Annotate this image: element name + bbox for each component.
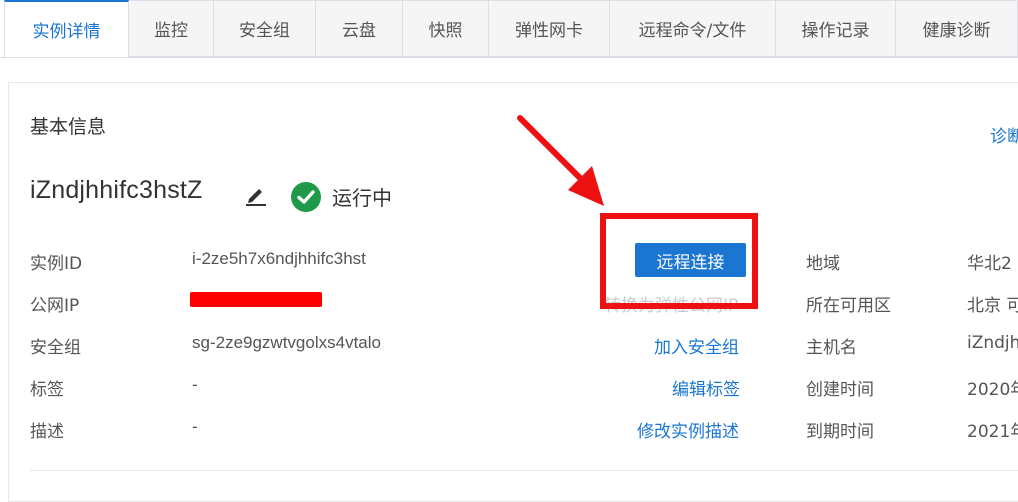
pencil-icon[interactable] xyxy=(244,183,268,207)
red-arrow-annotation xyxy=(517,115,604,206)
value-instance-id: i-2ze5h7x6ndjhhifc3hst xyxy=(192,249,366,268)
value-zone: 北京 可 xyxy=(967,296,1018,316)
tab-elastic-nic[interactable]: 弹性网卡 xyxy=(489,0,610,57)
value-security-group: sg-2ze9gzwtvgolxs4vtalo xyxy=(192,333,381,352)
instance-name: iZndjhhifc3hstZ xyxy=(30,176,203,204)
value-description: - xyxy=(192,417,198,436)
section-title: 基本信息 xyxy=(30,116,107,138)
edit-description-link[interactable]: 修改实例描述 xyxy=(637,417,739,442)
tab-security-group[interactable]: 安全组 xyxy=(214,0,316,57)
tab-bar-divider xyxy=(0,57,1018,58)
diagnose-link[interactable]: 诊断 xyxy=(990,122,1018,147)
label-hostname: 主机名 xyxy=(806,338,857,358)
redaction-bar xyxy=(190,292,322,307)
tab-cloud-disk[interactable]: 云盘 xyxy=(316,0,403,57)
label-security-group: 安全组 xyxy=(30,338,81,358)
tab-monitoring[interactable]: 监控 xyxy=(129,0,214,57)
label-public-ip: 公网IP xyxy=(30,296,80,316)
label-created-time: 创建时间 xyxy=(806,380,874,400)
join-security-group-link[interactable]: 加入安全组 xyxy=(654,333,739,358)
value-expire-time: 2021年 xyxy=(967,422,1018,442)
tab-operation-log[interactable]: 操作记录 xyxy=(776,0,896,57)
value-region: 华北2 xyxy=(967,254,1012,274)
label-instance-id: 实例ID xyxy=(30,254,83,274)
label-zone: 所在可用区 xyxy=(806,296,891,316)
status-text: 运行中 xyxy=(332,186,392,210)
value-hostname: iZndjh xyxy=(967,333,1018,353)
tab-bar: 实例详情 监控 安全组 云盘 快照 弹性网卡 远程命令/文件 操作记录 健康诊断 xyxy=(0,0,1018,58)
value-created-time: 2020年 xyxy=(967,380,1018,400)
highlight-box xyxy=(600,213,758,309)
section-divider xyxy=(30,470,1018,471)
tab-health-diagnosis[interactable]: 健康诊断 xyxy=(896,0,1018,57)
edit-tags-link[interactable]: 编辑标签 xyxy=(672,375,740,400)
tab-snapshot[interactable]: 快照 xyxy=(403,0,489,57)
value-tags: - xyxy=(192,375,198,394)
label-tags: 标签 xyxy=(30,380,64,400)
check-circle-icon xyxy=(291,182,321,212)
label-expire-time: 到期时间 xyxy=(806,422,874,442)
label-description: 描述 xyxy=(30,422,64,442)
label-region: 地域 xyxy=(806,254,840,274)
tab-remote-command[interactable]: 远程命令/文件 xyxy=(610,0,776,57)
tab-instance-details[interactable]: 实例详情 xyxy=(4,0,129,58)
